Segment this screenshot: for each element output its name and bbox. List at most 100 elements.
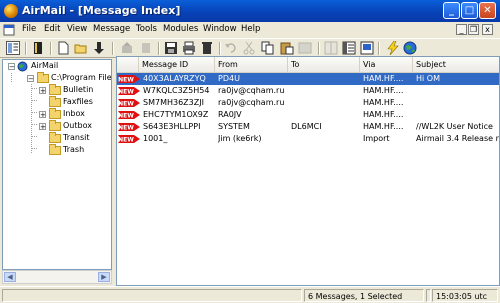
menu-edit[interactable]: Edit bbox=[44, 24, 60, 34]
cell-to bbox=[291, 97, 359, 109]
cell-via: Import bbox=[363, 134, 390, 143]
cell-via: HAM.HF.... bbox=[363, 98, 404, 107]
menu-view[interactable]: View bbox=[67, 24, 87, 34]
svg-text:NEW: NEW bbox=[118, 136, 134, 143]
tree-expander-root[interactable]: − bbox=[8, 63, 15, 71]
maximize-button[interactable]: □ bbox=[461, 2, 478, 19]
print-icon[interactable] bbox=[182, 41, 196, 55]
column-header-subject[interactable]: Subject bbox=[413, 57, 499, 72]
column-header-to[interactable]: To bbox=[288, 57, 360, 72]
save-icon[interactable] bbox=[164, 41, 178, 55]
menu-modules[interactable]: Modules bbox=[163, 24, 198, 34]
undo-icon[interactable] bbox=[224, 41, 238, 55]
column-header-message-id[interactable]: Message ID bbox=[139, 57, 215, 72]
menu-window[interactable]: Window bbox=[203, 24, 237, 34]
move-down-icon[interactable] bbox=[92, 41, 106, 55]
mdi-minimize-button[interactable]: _ bbox=[456, 24, 467, 35]
folder-tree[interactable]: − AirMail − C:\Program Files + Bulletin … bbox=[2, 59, 112, 270]
new-message-icon: NEW bbox=[118, 111, 140, 119]
cell-subject: Hi OM bbox=[416, 74, 440, 83]
layout-3-icon[interactable] bbox=[360, 41, 374, 55]
cell-via: HAM.HF.... bbox=[363, 86, 404, 95]
cell-message-id: SM7MH36Z3ZJI bbox=[143, 98, 204, 107]
paste-icon[interactable] bbox=[280, 41, 294, 55]
cell-from: PD4U bbox=[218, 74, 240, 83]
tree-horizontal-scrollbar[interactable]: ◀ ▶ bbox=[2, 270, 112, 284]
new-message-icon[interactable] bbox=[56, 41, 70, 55]
message-row[interactable]: NEW EHC7TYM1OX9Z RA0JV HAM.HF.... bbox=[117, 109, 499, 121]
cell-via: HAM.HF.... bbox=[363, 110, 404, 119]
cell-message-id: W7KQLC3Z5H54 bbox=[143, 86, 210, 95]
close-button[interactable]: ✕ bbox=[479, 2, 496, 19]
column-header-flag[interactable] bbox=[117, 57, 139, 72]
menu-help[interactable]: Help bbox=[241, 24, 260, 34]
cell-to bbox=[291, 133, 359, 145]
minimize-button[interactable]: _ bbox=[443, 2, 460, 19]
send-icon[interactable] bbox=[120, 41, 134, 55]
message-row[interactable]: NEW 1001_ Jim (ke6rk) Import Airmail 3.4 Rel… bbox=[117, 133, 500, 145]
address-book-icon[interactable] bbox=[31, 41, 45, 55]
message-row[interactable]: NEW 40X3ALAYRZYQ PD4U HAM.HF.... Hi OM bbox=[117, 73, 499, 85]
new-message-icon: NEW bbox=[118, 135, 140, 143]
menu-file[interactable]: File bbox=[22, 24, 36, 34]
folder-icon bbox=[49, 96, 61, 107]
airmail-app-icon[interactable] bbox=[4, 4, 18, 18]
mdi-document-icon[interactable] bbox=[3, 24, 15, 36]
tree-root-label: AirMail bbox=[31, 61, 59, 70]
reply-icon[interactable] bbox=[298, 41, 312, 55]
cell-message-id: 1001_ bbox=[143, 134, 168, 143]
new-message-icon: NEW bbox=[118, 99, 140, 107]
connect-lightning-icon[interactable] bbox=[386, 41, 400, 55]
menu-tools[interactable]: Tools bbox=[136, 24, 157, 34]
cell-from: ra0jv@cqham.ru bbox=[218, 86, 285, 95]
status-bar: 6 Messages, 1 Selected 15:03:05 utc bbox=[0, 286, 500, 303]
message-list[interactable]: Message ID From To Via Subject NEW 40X3AL… bbox=[116, 56, 500, 286]
cut-icon[interactable] bbox=[242, 41, 256, 55]
new-message-icon: NEW bbox=[118, 87, 140, 95]
svg-text:NEW: NEW bbox=[118, 124, 134, 131]
svg-text:NEW: NEW bbox=[118, 112, 134, 119]
column-header-via[interactable]: Via bbox=[360, 57, 413, 72]
cell-subject bbox=[416, 97, 499, 109]
toolbar bbox=[0, 38, 500, 58]
layout-1-icon[interactable] bbox=[324, 41, 338, 55]
cell-to bbox=[291, 109, 359, 121]
delete-icon[interactable] bbox=[200, 41, 214, 55]
tree-expander-inbox[interactable]: + bbox=[39, 111, 46, 119]
cell-from: Jim (ke6rk) bbox=[218, 134, 262, 143]
folder-icon bbox=[49, 144, 61, 155]
globe-icon[interactable] bbox=[403, 41, 417, 55]
copy-icon[interactable] bbox=[261, 41, 275, 55]
cell-to bbox=[291, 85, 359, 97]
scroll-right-button[interactable]: ▶ bbox=[98, 272, 110, 282]
tree-expander-path[interactable]: − bbox=[27, 75, 34, 83]
mdi-restore-button[interactable]: ❐ bbox=[468, 24, 479, 35]
svg-text:NEW: NEW bbox=[118, 76, 134, 83]
new-message-icon: NEW bbox=[118, 75, 140, 83]
folder-icon bbox=[49, 120, 61, 131]
folder-icon bbox=[49, 108, 61, 119]
open-folder-icon[interactable] bbox=[74, 41, 88, 55]
tree-expander-outbox[interactable]: + bbox=[39, 123, 46, 131]
status-pane-left bbox=[2, 289, 302, 302]
folder-view-toggle-icon[interactable] bbox=[6, 41, 20, 55]
title-bar[interactable]: AirMail - [Message Index] _ □ ✕ bbox=[0, 0, 500, 22]
cell-message-id: 40X3ALAYRZYQ bbox=[143, 74, 206, 83]
scroll-left-button[interactable]: ◀ bbox=[4, 272, 16, 282]
svg-text:NEW: NEW bbox=[118, 88, 134, 95]
layout-2-icon[interactable] bbox=[342, 41, 356, 55]
message-row[interactable]: NEW SM7MH36Z3ZJI ra0jv@cqham.ru HAM.HF.... bbox=[117, 97, 499, 109]
column-header-from[interactable]: From bbox=[215, 57, 288, 72]
mdi-close-button[interactable]: x bbox=[482, 24, 493, 35]
cell-to: DL6MCI bbox=[291, 122, 322, 131]
status-time: 15:03:05 utc bbox=[432, 289, 498, 302]
message-row[interactable]: NEW S643E3HLLPPI SYSTEM DL6MCI HAM.HF.... //W… bbox=[117, 121, 499, 133]
menu-message[interactable]: Message bbox=[93, 24, 130, 34]
message-row[interactable]: NEW W7KQLC3Z5H54 ra0jv@cqham.ru HAM.HF.... bbox=[117, 85, 499, 97]
cell-message-id: EHC7TYM1OX9Z bbox=[143, 110, 209, 119]
cell-via: HAM.HF.... bbox=[363, 74, 404, 83]
menu-bar: File Edit View Message Tools Modules Win… bbox=[0, 22, 500, 38]
tree-expander-bulletin[interactable]: + bbox=[39, 87, 46, 95]
cell-subject: Airmail 3.4 Release no bbox=[416, 134, 500, 143]
attach-icon[interactable] bbox=[139, 41, 153, 55]
